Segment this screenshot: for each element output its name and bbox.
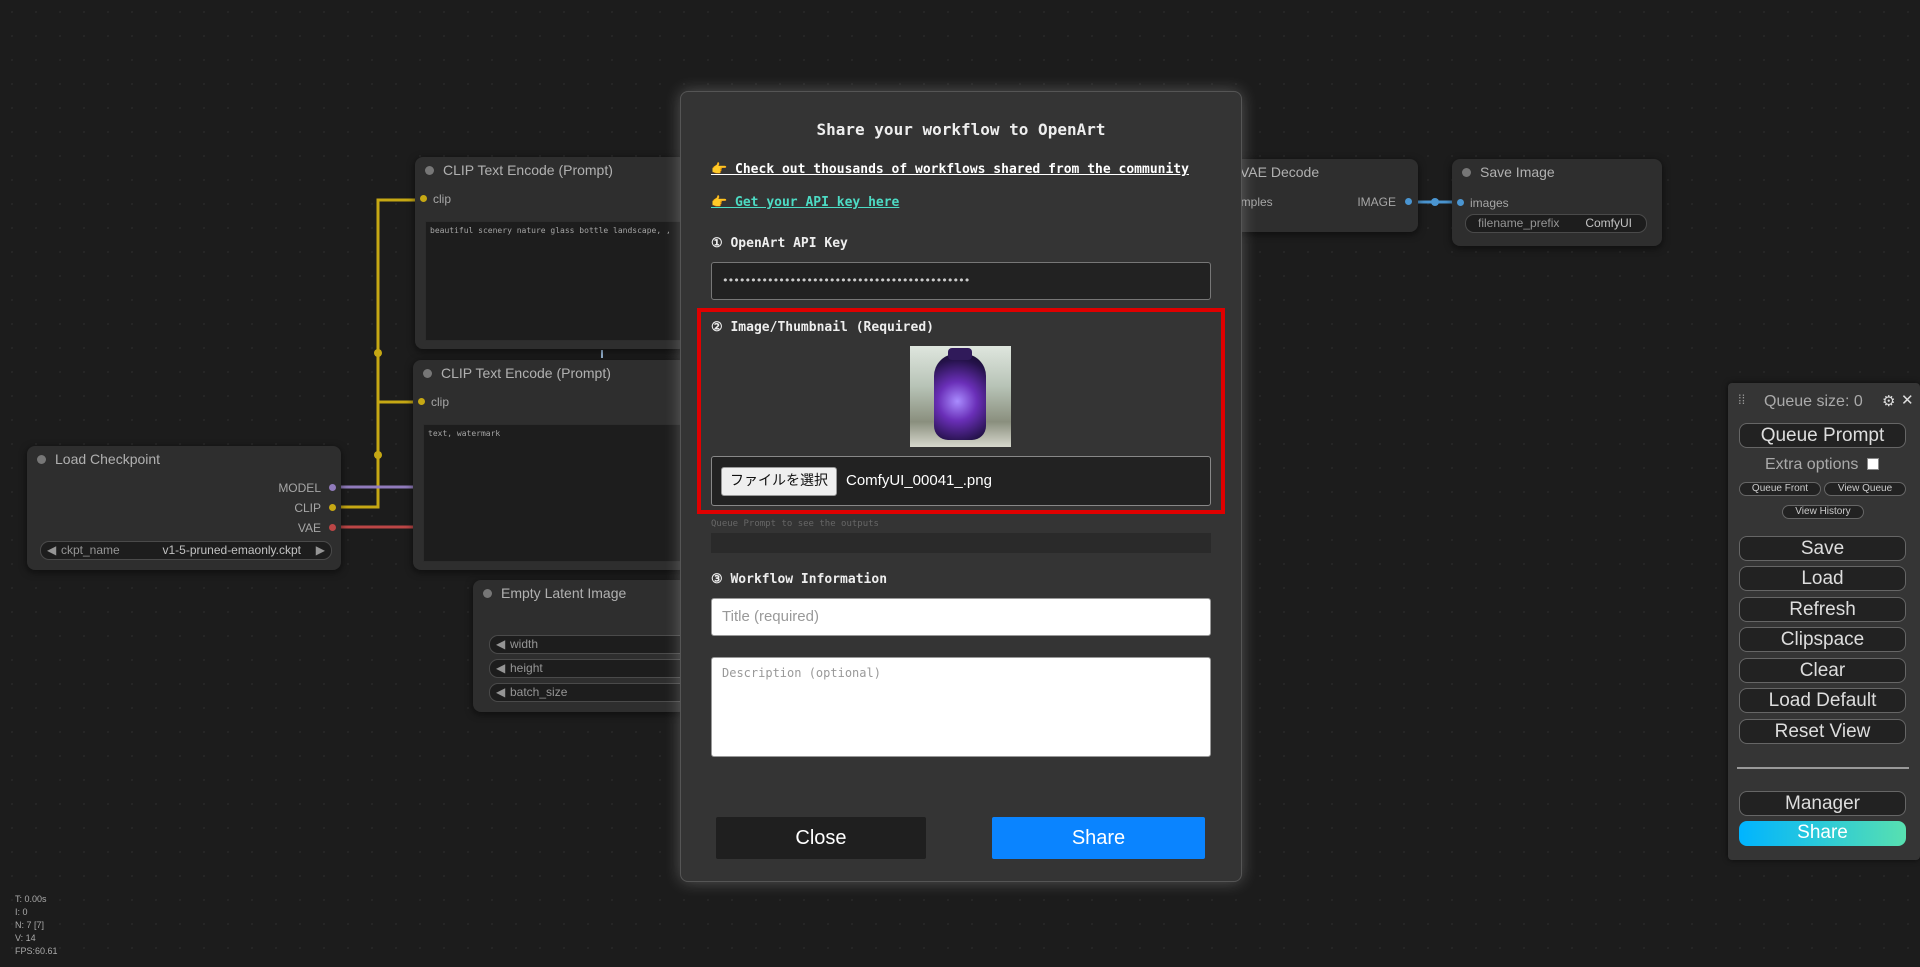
api-key-input[interactable]: ••••••••••••••••••••••••••••••••••••••••… <box>711 262 1211 300</box>
queue-prompt-button[interactable]: Queue Prompt <box>1739 423 1906 448</box>
hidden-queue-hint: Queue Prompt to see the outputs <box>711 519 879 529</box>
workflow-info-label: ③ Workflow Information <box>711 572 888 587</box>
file-name: ComfyUI_00041_.png <box>846 472 992 489</box>
bottle-neck <box>948 348 972 360</box>
gear-icon[interactable]: ⚙ <box>1882 392 1895 410</box>
clear-button[interactable]: Clear <box>1739 658 1906 683</box>
title-input[interactable]: Title (required) <box>711 598 1211 636</box>
choose-file-button[interactable]: ファイルを選択 <box>721 467 837 496</box>
thumbnail-image <box>910 346 1011 447</box>
panel-divider <box>1737 767 1909 769</box>
modal-title: Share your workflow to OpenArt <box>816 120 1106 139</box>
extra-options-label: Extra options <box>1765 456 1859 473</box>
extra-options-checkbox[interactable] <box>1867 458 1879 470</box>
reset-view-button[interactable]: Reset View <box>1739 719 1906 744</box>
api-key-label: ① OpenArt API Key <box>711 236 848 251</box>
refresh-button[interactable]: Refresh <box>1739 597 1906 622</box>
load-button[interactable]: Load <box>1739 566 1906 591</box>
close-button[interactable]: Close <box>716 817 926 859</box>
image-label: ② Image/Thumbnail (Required) <box>711 320 934 335</box>
save-button[interactable]: Save <box>1739 536 1906 561</box>
drag-handle-icon[interactable]: ⁞⁞ <box>1738 392 1745 407</box>
file-input[interactable]: ファイルを選択 ComfyUI_00041_.png <box>711 456 1211 506</box>
close-icon[interactable]: ✕ <box>1901 391 1914 409</box>
share-button[interactable]: Share <box>992 817 1205 859</box>
queue-panel: ⁞⁞ Queue size: 0 ⚙ ✕ Queue Prompt Extra … <box>1728 383 1920 860</box>
queue-front-button[interactable]: Queue Front <box>1739 482 1821 496</box>
clipspace-button[interactable]: Clipspace <box>1739 627 1906 652</box>
api-key-link[interactable]: 👉 Get your API key here <box>711 195 899 210</box>
view-history-button[interactable]: View History <box>1782 505 1864 519</box>
description-textarea[interactable]: Description (optional) <box>711 657 1211 757</box>
queue-size-label: Queue size: 0 <box>1764 393 1863 410</box>
hidden-scrollbar-stub <box>711 533 1211 553</box>
view-queue-button[interactable]: View Queue <box>1824 482 1906 496</box>
manager-button[interactable]: Manager <box>1739 791 1906 816</box>
share-panel-button[interactable]: Share <box>1739 821 1906 846</box>
load-default-button[interactable]: Load Default <box>1739 688 1906 713</box>
canvas-stats: T: 0.00s I: 0 N: 7 [7] V: 14 FPS:60.61 <box>15 894 58 956</box>
share-modal: Share your workflow to OpenArt 👉 Check o… <box>680 91 1242 882</box>
bottle-shape <box>934 354 986 440</box>
community-workflows-link[interactable]: 👉 Check out thousands of workflows share… <box>711 162 1189 177</box>
